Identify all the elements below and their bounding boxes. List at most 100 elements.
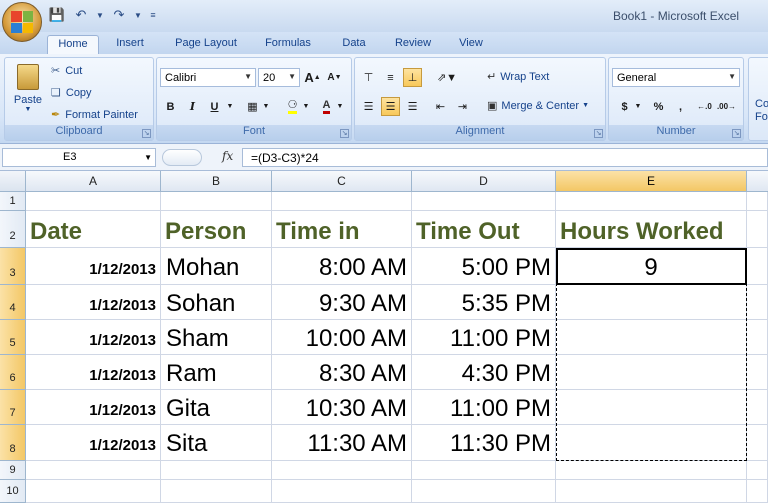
tab-review[interactable]: Review [388,35,438,54]
underline-button[interactable]: U [205,97,224,116]
cell-c10[interactable] [272,480,412,503]
cell-a6[interactable]: 1/12/2013 [26,355,161,390]
cell-e9[interactable] [556,461,747,480]
cell-b7[interactable]: Gita [161,390,272,425]
paste-button[interactable]: Paste ▼ [9,60,47,122]
align-top-icon[interactable]: ⊤ [359,68,378,87]
dialog-launcher-icon[interactable]: ↘ [732,129,741,138]
cut-button[interactable]: ✂ Cut [51,64,82,78]
tab-view[interactable]: View [452,35,490,54]
cell-f5[interactable] [747,320,768,355]
cell-a3[interactable]: 1/12/2013 [26,248,161,285]
increase-decimal-icon[interactable]: ←.0 [695,97,714,116]
borders-dropdown-icon[interactable]: ▼ [261,97,271,116]
shrink-font-button[interactable]: A ▼ [325,68,344,87]
cell-b3[interactable]: Mohan [161,248,272,285]
cell-c6[interactable]: 8:30 AM [272,355,412,390]
cell-a1[interactable] [26,192,161,211]
cell-b4[interactable]: Sohan [161,285,272,320]
row-header-6[interactable]: 6 [0,355,26,390]
cell-c1[interactable] [272,192,412,211]
column-header-a[interactable]: A [26,171,161,192]
row-header-9[interactable]: 9 [0,461,26,480]
cell-e10[interactable] [556,480,747,503]
align-right-icon[interactable]: ☰ [403,97,422,116]
cell-c3[interactable]: 8:00 AM [272,248,412,285]
bold-button[interactable]: B [161,97,180,116]
cell-b10[interactable] [161,480,272,503]
merge-center-button[interactable]: ▣ Merge & Center ▼ [487,99,589,113]
tab-insert[interactable]: Insert [108,35,152,54]
grow-font-button[interactable]: A ▲ [303,68,322,87]
cell-a4[interactable]: 1/12/2013 [26,285,161,320]
cell-f1[interactable] [747,192,768,211]
cell-d8[interactable]: 11:30 PM [412,425,556,461]
align-left-icon[interactable]: ☰ [359,97,378,116]
copy-button[interactable]: ❏ Copy [51,86,92,100]
format-painter-button[interactable]: ✒ Format Painter [51,108,138,122]
font-color-dropdown-icon[interactable]: ▼ [335,97,345,116]
column-header-d[interactable]: D [412,171,556,192]
row-header-2[interactable]: 2 [0,211,26,248]
column-header-b[interactable]: B [161,171,272,192]
decrease-decimal-icon[interactable]: .00→ [717,97,736,116]
dialog-launcher-icon[interactable]: ↘ [594,129,603,138]
font-family-select[interactable]: Calibri ▼ [160,68,256,87]
column-header-c[interactable]: C [272,171,412,192]
cell-b2-header[interactable]: Person [161,211,272,248]
cell-b8[interactable]: Sita [161,425,272,461]
dialog-launcher-icon[interactable]: ↘ [142,129,151,138]
cell-c9[interactable] [272,461,412,480]
cell-f2[interactable] [747,211,768,248]
cell-e2-header[interactable]: Hours Worked [556,211,747,248]
row-header-1[interactable]: 1 [0,192,26,211]
cell-d7[interactable]: 11:00 PM [412,390,556,425]
cell-e4[interactable] [556,285,747,320]
cell-a8[interactable]: 1/12/2013 [26,425,161,461]
row-header-5[interactable]: 5 [0,320,26,355]
number-format-select[interactable]: General ▼ [612,68,740,87]
cell-e8[interactable] [556,425,747,461]
redo-dropdown-icon[interactable]: ▼ [134,6,142,24]
wrap-text-button[interactable]: ↵ Wrap Text [487,70,549,84]
name-box[interactable]: E3 ▼ [2,148,156,167]
cell-e6[interactable] [556,355,747,390]
cell-b6[interactable]: Ram [161,355,272,390]
cell-a7[interactable]: 1/12/2013 [26,390,161,425]
cell-d5[interactable]: 11:00 PM [412,320,556,355]
dialog-launcher-icon[interactable]: ↘ [340,129,349,138]
office-button[interactable] [2,2,42,42]
cell-d6[interactable]: 4:30 PM [412,355,556,390]
row-header-8[interactable]: 8 [0,425,26,461]
decrease-indent-icon[interactable]: ⇤ [431,97,450,116]
column-header-f[interactable] [747,171,768,192]
cell-a2-header[interactable]: Date [26,211,161,248]
borders-button[interactable]: ▦ [243,97,262,116]
cell-d3[interactable]: 5:00 PM [412,248,556,285]
cell-f8[interactable] [747,425,768,461]
underline-dropdown-icon[interactable]: ▼ [225,97,235,116]
tab-home[interactable]: Home [47,35,99,54]
align-middle-icon[interactable]: ≡ [381,68,400,87]
cell-f4[interactable] [747,285,768,320]
row-header-7[interactable]: 7 [0,390,26,425]
orientation-icon[interactable]: ⇗▼ [433,68,461,87]
undo-dropdown-icon[interactable]: ▼ [96,6,104,24]
tab-formulas[interactable]: Formulas [258,35,318,54]
undo-icon[interactable]: ↶ [72,6,90,24]
cell-d9[interactable] [412,461,556,480]
cell-f3[interactable] [747,248,768,285]
cell-c8[interactable]: 11:30 AM [272,425,412,461]
conditional-formatting-button[interactable]: Co Fo [755,98,768,124]
cell-c4[interactable]: 9:30 AM [272,285,412,320]
align-bottom-icon[interactable]: ⊥ [403,68,422,87]
cell-b9[interactable] [161,461,272,480]
cell-b5[interactable]: Sham [161,320,272,355]
column-header-e[interactable]: E [556,171,747,192]
cell-c2-header[interactable]: Time in [272,211,412,248]
row-header-10[interactable]: 10 [0,480,26,503]
cell-e7[interactable] [556,390,747,425]
cell-c5[interactable]: 10:00 AM [272,320,412,355]
save-icon[interactable]: 💾 [48,6,66,24]
formula-bar-expander-icon[interactable] [162,149,202,166]
